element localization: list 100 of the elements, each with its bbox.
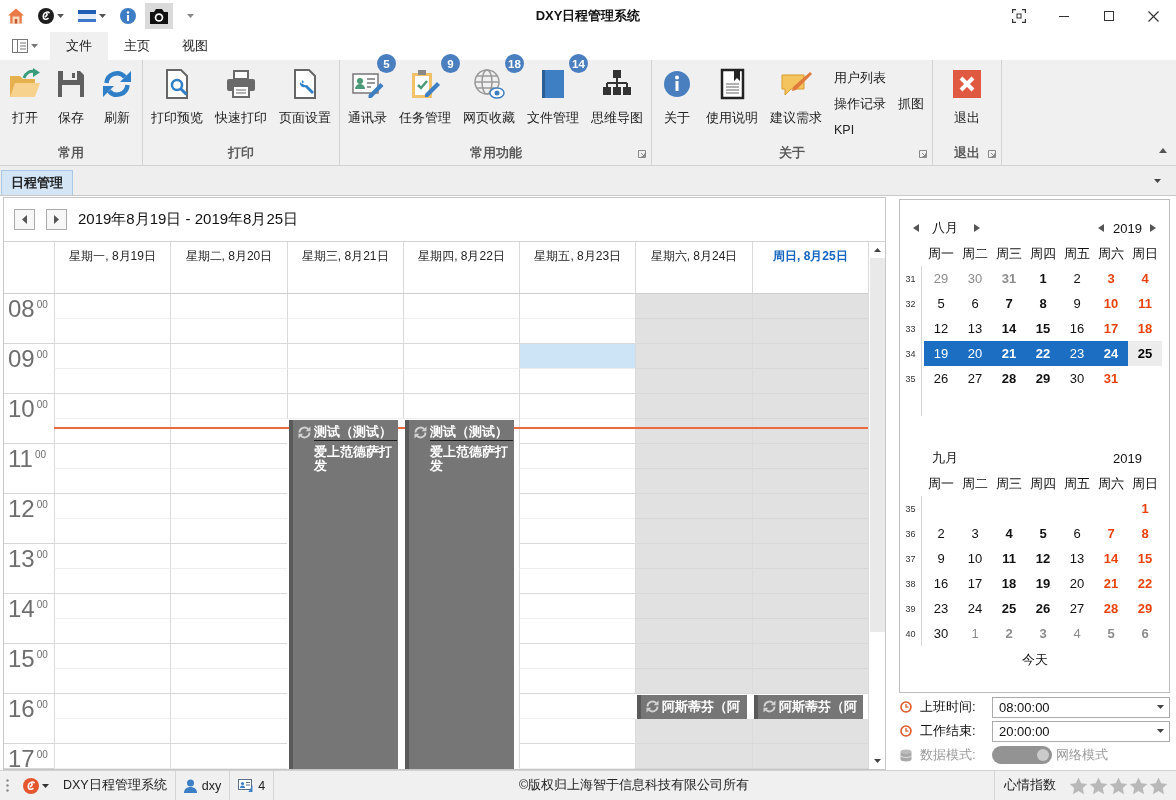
back-button[interactable] (14, 209, 35, 230)
event-block[interactable]: 测试（测试） 爱上范德萨打发 (404, 420, 515, 769)
calendar-day[interactable]: 26 (1026, 596, 1060, 621)
time-slot[interactable] (519, 319, 636, 344)
calendar-day[interactable]: 19 (1026, 571, 1060, 596)
calendar-day[interactable]: 29 (924, 266, 958, 291)
time-slot[interactable] (170, 719, 287, 744)
time-slot[interactable] (54, 619, 171, 644)
caret-down-icon[interactable] (187, 14, 194, 18)
calendar-day[interactable]: 30 (924, 621, 958, 646)
time-slot[interactable] (170, 619, 287, 644)
calendar-day[interactable]: 24 (958, 596, 992, 621)
ribbon-button[interactable]: 操作记录 (834, 96, 886, 112)
calendar-day[interactable]: 13 (1060, 546, 1094, 571)
calendar-day[interactable]: 21 (992, 341, 1026, 366)
calendar-day[interactable]: 1 (1026, 266, 1060, 291)
event-block[interactable]: 测试（测试） 爱上范德萨打发 (288, 420, 398, 769)
today-button[interactable]: 今天 (1015, 648, 1054, 672)
event-block[interactable]: 阿斯蒂芬（阿 (753, 695, 863, 719)
document-tab[interactable]: 日程管理 (1, 170, 73, 195)
time-dropdown[interactable]: 20:00:00 (992, 720, 1170, 742)
calendar-day[interactable]: 2 (924, 521, 958, 546)
calendar-day[interactable]: 18 (1128, 316, 1162, 341)
calendar-day[interactable]: 7 (1094, 521, 1128, 546)
calendar-day[interactable]: 17 (958, 571, 992, 596)
calendar-day[interactable]: 17 (1094, 316, 1128, 341)
calendar-day[interactable]: 2 (1060, 266, 1094, 291)
time-slot[interactable] (286, 319, 403, 344)
right-arrow-icon[interactable] (1150, 224, 1156, 232)
calendar-day[interactable]: 28 (992, 366, 1026, 391)
minimize-icon[interactable] (1058, 15, 1069, 17)
time-slot[interactable] (54, 319, 171, 344)
calendar-day[interactable]: 22 (1026, 341, 1060, 366)
calendar-day[interactable]: 23 (924, 596, 958, 621)
time-slot[interactable] (635, 419, 752, 444)
calendar-day[interactable]: 10 (958, 546, 992, 571)
calendar-day[interactable]: 30 (1060, 366, 1094, 391)
calendar-day[interactable]: 15 (1128, 546, 1162, 571)
time-slot[interactable] (170, 669, 287, 694)
ribbon-button[interactable]: 关于 (654, 62, 700, 140)
time-slot[interactable] (54, 569, 171, 594)
calendar-day[interactable]: 24 (1094, 341, 1128, 366)
ribbon-button[interactable]: 打开 (2, 62, 48, 140)
calendar-day[interactable]: 27 (1060, 596, 1094, 621)
time-slot[interactable] (519, 619, 636, 644)
calendar-day[interactable]: 12 (1026, 546, 1060, 571)
time-slot[interactable] (170, 419, 287, 444)
calendar-day[interactable]: 28 (1094, 596, 1128, 621)
calendar-day[interactable]: 1 (958, 621, 992, 646)
calendar-day[interactable]: 25 (1128, 341, 1162, 366)
calendar-day[interactable]: 11 (992, 546, 1026, 571)
ribbon-tab[interactable]: 文件 (50, 32, 108, 60)
calendar-day[interactable]: 8 (1026, 291, 1060, 316)
time-slot[interactable] (519, 519, 636, 544)
launcher-icon[interactable] (988, 149, 996, 158)
calendar-day[interactable]: 16 (924, 571, 958, 596)
time-slot[interactable] (54, 369, 171, 394)
calendar-day[interactable]: 9 (924, 546, 958, 571)
ribbon-button[interactable]: 建议需求 (764, 62, 828, 140)
calendar-day[interactable]: 8 (1128, 521, 1162, 546)
calendar-day[interactable]: 29 (1128, 596, 1162, 621)
time-slot[interactable] (54, 519, 171, 544)
time-slot[interactable] (170, 519, 287, 544)
calendar-day[interactable]: 6 (1128, 621, 1162, 646)
calendar-day[interactable]: 20 (1060, 571, 1094, 596)
calendar-day[interactable]: 5 (1026, 521, 1060, 546)
calendar-day[interactable]: 31 (1094, 366, 1128, 391)
time-slot[interactable] (519, 369, 636, 394)
calendar-day[interactable]: 14 (1094, 546, 1128, 571)
ribbon-button[interactable]: 刷新 (94, 62, 140, 140)
ribbon-button[interactable]: 用户列表 (834, 70, 886, 86)
calendar-day[interactable]: 25 (992, 596, 1026, 621)
menu-button[interactable] (23, 777, 49, 794)
time-slot[interactable] (751, 419, 868, 444)
ribbon-button[interactable]: 打印预览 (145, 62, 209, 140)
calendar-day[interactable]: 6 (1060, 521, 1094, 546)
close-icon[interactable] (1148, 10, 1159, 22)
time-slot[interactable] (519, 419, 636, 444)
time-slot[interactable] (170, 369, 287, 394)
time-slot[interactable] (54, 719, 171, 744)
up-arrow-icon[interactable] (873, 248, 881, 252)
event-block[interactable]: 阿斯蒂芬（阿 (637, 695, 747, 719)
calendar-day[interactable]: 7 (992, 291, 1026, 316)
forward-button[interactable] (46, 209, 67, 230)
time-slot[interactable] (170, 319, 287, 344)
scrollbar-thumb[interactable] (869, 258, 885, 632)
calendar-day[interactable]: 10 (1094, 291, 1128, 316)
calendar-day[interactable]: 14 (992, 316, 1026, 341)
launcher-icon[interactable] (638, 149, 646, 158)
time-slot[interactable] (519, 469, 636, 494)
time-slot[interactable] (402, 319, 520, 344)
calendar-day[interactable]: 22 (1128, 571, 1162, 596)
calendar-day[interactable]: 6 (958, 291, 992, 316)
maximize-icon[interactable] (1103, 11, 1114, 21)
ribbon-button[interactable]: 保存 (48, 62, 94, 140)
calendar-day[interactable]: 16 (1060, 316, 1094, 341)
ribbon-button[interactable]: 使用说明 (700, 62, 764, 140)
left-arrow-icon[interactable] (1098, 224, 1105, 232)
calendar-day[interactable]: 11 (1128, 291, 1162, 316)
time-slot[interactable] (54, 669, 171, 694)
